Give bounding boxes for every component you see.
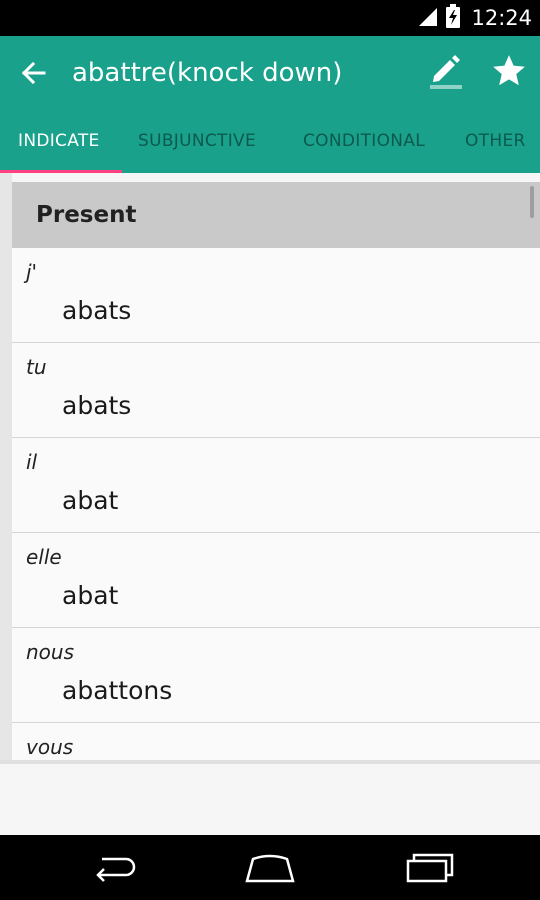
verb-form: abattons xyxy=(62,676,173,705)
conjugation-row: nous abattons xyxy=(12,628,540,723)
tab-conditional[interactable]: CONDITIONAL xyxy=(303,110,425,173)
pronoun-label: vous xyxy=(26,735,74,759)
verb-form: abats xyxy=(62,391,132,420)
conjugation-row: il abat xyxy=(12,438,540,533)
edit-icon xyxy=(430,55,462,89)
verb-form: abats xyxy=(62,296,132,325)
nav-back-icon xyxy=(96,857,136,882)
left-margin xyxy=(0,173,12,763)
back-arrow-icon xyxy=(21,61,46,85)
page-title: abattre(knock down) xyxy=(72,58,343,88)
tab-other[interactable]: OTHER xyxy=(465,110,526,173)
pronoun-label: tu xyxy=(26,355,47,379)
conjugation-row: tu abats xyxy=(12,343,540,438)
tab-bar: INDICATE SUBJUNCTIVE CONDITIONAL OTHER xyxy=(0,110,540,173)
nav-recents-icon xyxy=(406,853,454,883)
nav-recents-button[interactable] xyxy=(404,849,454,887)
status-time: 12:24 xyxy=(471,6,532,30)
verb-form: abat xyxy=(62,486,119,515)
pronoun-label: il xyxy=(26,450,38,474)
app-toolbar: abattre(knock down) xyxy=(0,36,540,110)
favorite-button[interactable] xyxy=(490,52,528,90)
battery-icon xyxy=(445,4,461,32)
verb-form: abat xyxy=(62,581,119,610)
tab-subjunctive[interactable]: SUBJUNCTIVE xyxy=(138,110,256,173)
conjugation-row: vous xyxy=(12,723,540,760)
conjugation-card: Present j' abats tu abats il abat elle a… xyxy=(12,182,540,760)
signal-icon xyxy=(417,5,439,31)
pronoun-label: j' xyxy=(26,260,38,284)
nav-back-button[interactable] xyxy=(88,849,138,887)
pronoun-label: elle xyxy=(26,545,62,569)
pronoun-label: nous xyxy=(26,640,75,664)
conjugation-row: elle abat xyxy=(12,533,540,628)
card-bottom-edge xyxy=(0,760,540,764)
tab-indicate[interactable]: INDICATE xyxy=(18,110,100,173)
system-nav-bar xyxy=(0,835,540,900)
star-icon xyxy=(493,55,525,86)
conjugation-row: j' abats xyxy=(12,248,540,343)
conjugation-content[interactable]: Present j' abats tu abats il abat elle a… xyxy=(0,173,540,835)
status-bar: 12:24 xyxy=(0,0,540,36)
edit-button[interactable] xyxy=(428,52,464,92)
nav-home-icon xyxy=(245,854,295,883)
section-header: Present xyxy=(12,182,540,248)
status-icons: 12:24 xyxy=(417,0,532,36)
back-button[interactable] xyxy=(14,54,52,92)
scrollbar[interactable] xyxy=(530,186,534,218)
nav-home-button[interactable] xyxy=(243,849,297,887)
